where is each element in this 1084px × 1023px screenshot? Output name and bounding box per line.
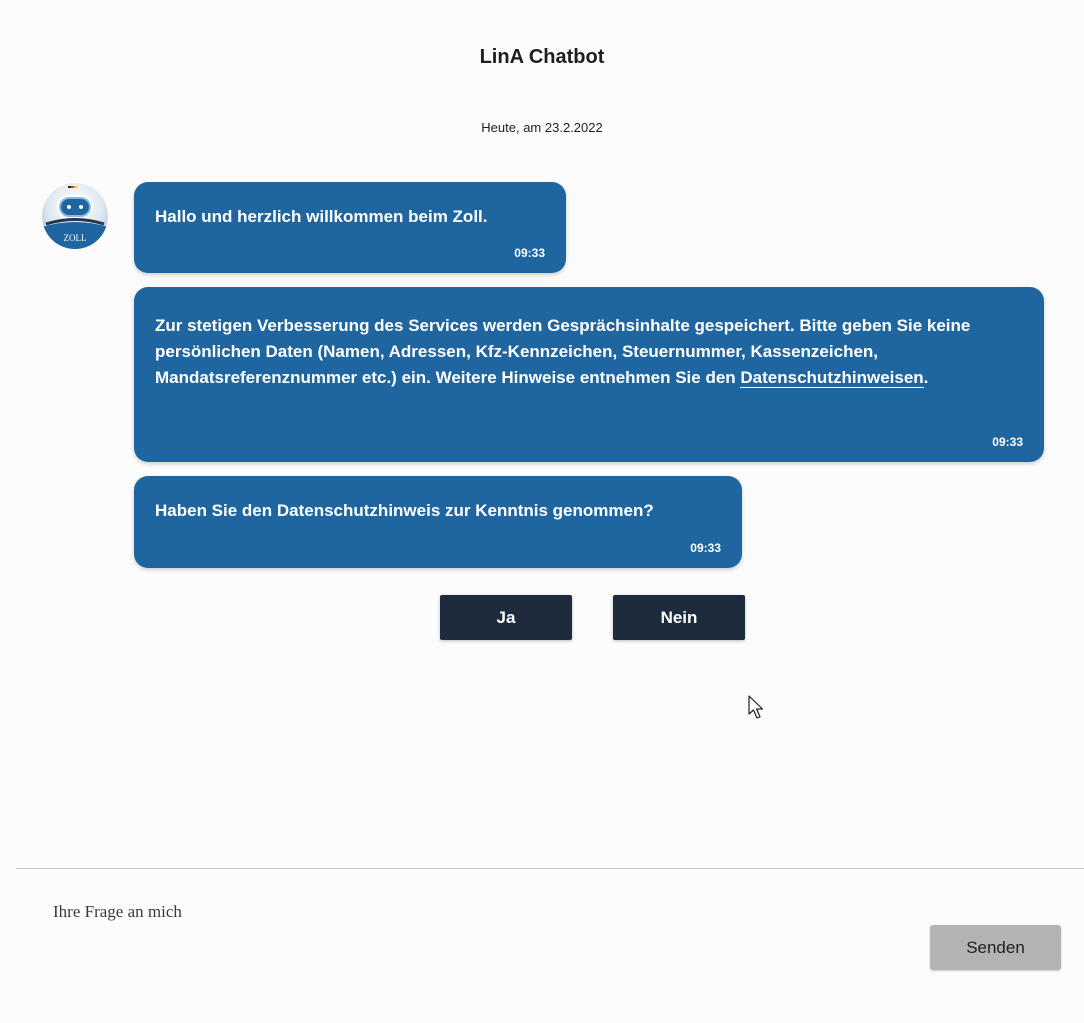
avatar-label: ZOLL <box>64 233 87 243</box>
composer-divider <box>16 868 1084 869</box>
message-time: 09:33 <box>690 541 721 555</box>
bot-avatar: ZOLL <box>42 183 108 249</box>
date-separator: Heute, am 23.2.2022 <box>481 120 603 135</box>
chat-title: LinA Chatbot <box>479 46 605 68</box>
message-text: Haben Sie den Datenschutzhinweis zur Ken… <box>155 501 654 520</box>
bot-message: Hallo und herzlich willkommen beim Zoll.… <box>134 182 566 273</box>
send-button[interactable]: Senden <box>930 925 1061 970</box>
message-text: Hallo und herzlich willkommen beim Zoll. <box>155 207 488 226</box>
bot-message: Haben Sie den Datenschutzhinweis zur Ken… <box>134 476 742 568</box>
yes-button[interactable]: Ja <box>440 595 572 640</box>
robot-avatar-icon: ZOLL <box>42 183 108 249</box>
message-time: 09:33 <box>992 435 1023 449</box>
bot-message: Zur stetigen Verbesserung des Services w… <box>134 287 1044 462</box>
message-time: 09:33 <box>514 246 545 260</box>
message-text-suffix: . <box>923 368 929 387</box>
privacy-notice-link[interactable]: Datenschutzhinweisen <box>740 368 924 388</box>
mouse-cursor-icon <box>748 695 764 719</box>
no-button[interactable]: Nein <box>613 595 745 640</box>
question-input[interactable] <box>40 892 926 932</box>
